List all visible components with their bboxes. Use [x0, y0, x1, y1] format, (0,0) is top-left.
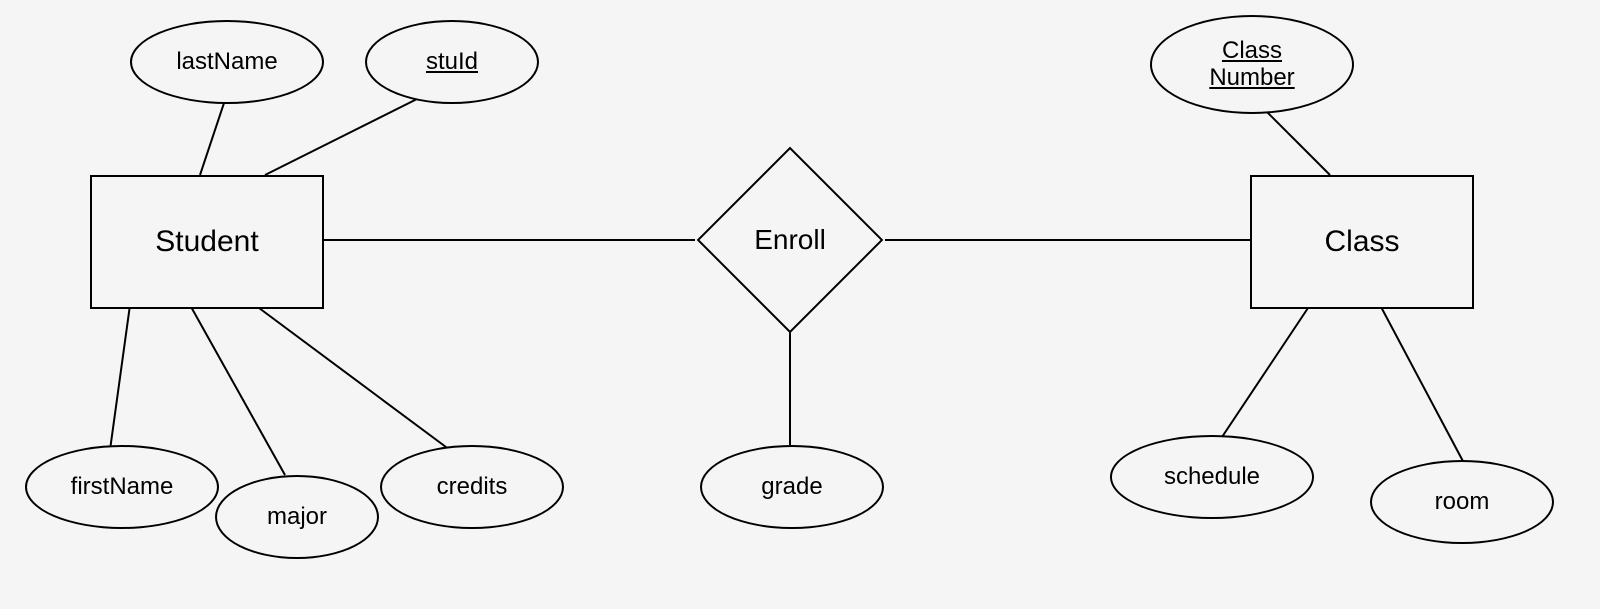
attribute-credits-label: credits: [437, 474, 508, 500]
attribute-classnumber-label: Class Number: [1209, 38, 1294, 91]
attribute-grade: grade: [700, 445, 884, 529]
attribute-schedule: schedule: [1110, 435, 1314, 519]
attribute-firstname-label: firstName: [71, 474, 174, 500]
attribute-room-label: room: [1435, 489, 1490, 515]
er-diagram: Student Class Enroll lastName stuId firs…: [0, 0, 1600, 609]
attribute-lastname-label: lastName: [176, 49, 277, 75]
attribute-room: room: [1370, 460, 1554, 544]
entity-student: Student: [90, 175, 324, 309]
relationship-enroll-label: Enroll: [754, 224, 826, 256]
attribute-firstname: firstName: [25, 445, 219, 529]
attribute-schedule-label: schedule: [1164, 464, 1260, 490]
attribute-major: major: [215, 475, 379, 559]
attribute-lastname: lastName: [130, 20, 324, 104]
attribute-classnumber: Class Number: [1150, 15, 1354, 114]
entity-class-label: Class: [1324, 225, 1399, 259]
attribute-credits: credits: [380, 445, 564, 529]
attribute-grade-label: grade: [761, 474, 822, 500]
relationship-enroll: Enroll: [695, 150, 885, 330]
attribute-major-label: major: [267, 504, 327, 530]
entity-class: Class: [1250, 175, 1474, 309]
attribute-stuid: stuId: [365, 20, 539, 104]
entity-student-label: Student: [155, 225, 258, 259]
attribute-stuid-label: stuId: [426, 49, 478, 75]
